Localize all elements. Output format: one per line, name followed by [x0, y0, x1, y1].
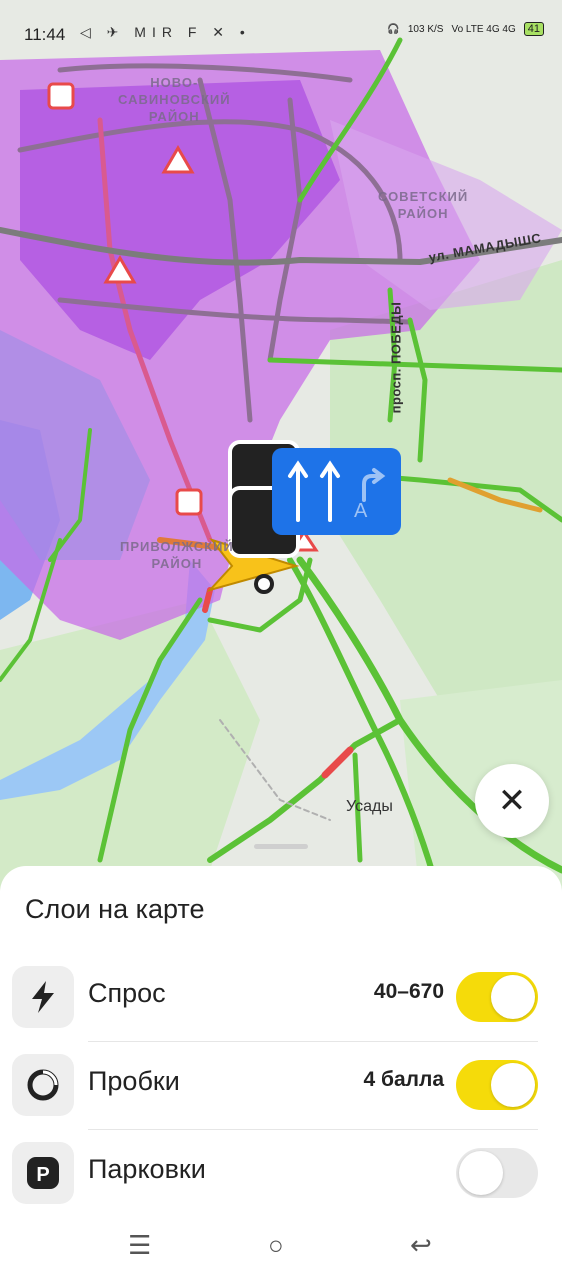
sheet-title: Слои на карте [25, 894, 205, 924]
map-view[interactable]: А НОВО- САВИНОВСКИЙ РАЙОН СОВЕТСКИЙ РАЙО… [0, 0, 562, 900]
lane-letter: А [354, 500, 368, 522]
sheet-drag-handle[interactable] [254, 844, 308, 849]
close-button[interactable]: ✕ [475, 764, 549, 838]
traffic-toggle[interactable] [456, 1060, 538, 1110]
divider [88, 1129, 538, 1130]
menu-icon[interactable]: ☰ [128, 1230, 151, 1261]
district-label: СОВЕТСКИЙ РАЙОН [378, 189, 469, 221]
toggle-knob [459, 1151, 503, 1195]
system-nav-bar: ☰ ○ ↩ [0, 1216, 562, 1280]
status-bar: 11:44 ◁ ✈ MIR F ✕ • 🎧 103 K/S Vo LTE 4G … [0, 0, 562, 56]
close-icon: ✕ [497, 782, 527, 820]
street-label: просп. ПОБЕДЫ [388, 301, 404, 414]
headphones-icon: 🎧 [387, 23, 400, 35]
network-type: Vo LTE 4G 4G [451, 23, 516, 35]
status-time: 11:44 [24, 25, 66, 44]
parking-icon: P [12, 1142, 74, 1204]
district-label: НОВО- САВИНОВСКИЙ РАЙОН [118, 75, 231, 124]
notification-icons: ◁ ✈ MIR F ✕ • [80, 24, 251, 40]
home-icon[interactable]: ○ [268, 1230, 284, 1261]
district-label: ПРИВОЛЖСКИЙ РАЙОН [120, 539, 234, 571]
network-speed: 103 K/S [407, 23, 444, 35]
battery-icon: 41 [523, 22, 544, 36]
layer-value: 4 балла [363, 1068, 444, 1091]
lane-arrows-icon [288, 460, 386, 522]
divider [88, 1041, 538, 1042]
lightning-icon [12, 966, 74, 1028]
parking-toggle[interactable] [456, 1148, 538, 1198]
layer-label: Парковки [88, 1154, 206, 1184]
status-right: 🎧 103 K/S Vo LTE 4G 4G 41 [387, 22, 544, 36]
toggle-knob [491, 975, 535, 1019]
layer-label: Спрос [88, 978, 166, 1008]
back-icon[interactable]: ↩ [410, 1230, 432, 1261]
lane-guidance-panel: А [272, 448, 401, 535]
layer-label: Пробки [88, 1066, 180, 1096]
traffic-circle-icon [12, 1054, 74, 1116]
layer-value: 40–670 [373, 980, 444, 1003]
town-label: Усады [346, 798, 393, 815]
toggle-knob [491, 1063, 535, 1107]
demand-toggle[interactable] [456, 972, 538, 1022]
svg-text:P: P [36, 1164, 49, 1186]
